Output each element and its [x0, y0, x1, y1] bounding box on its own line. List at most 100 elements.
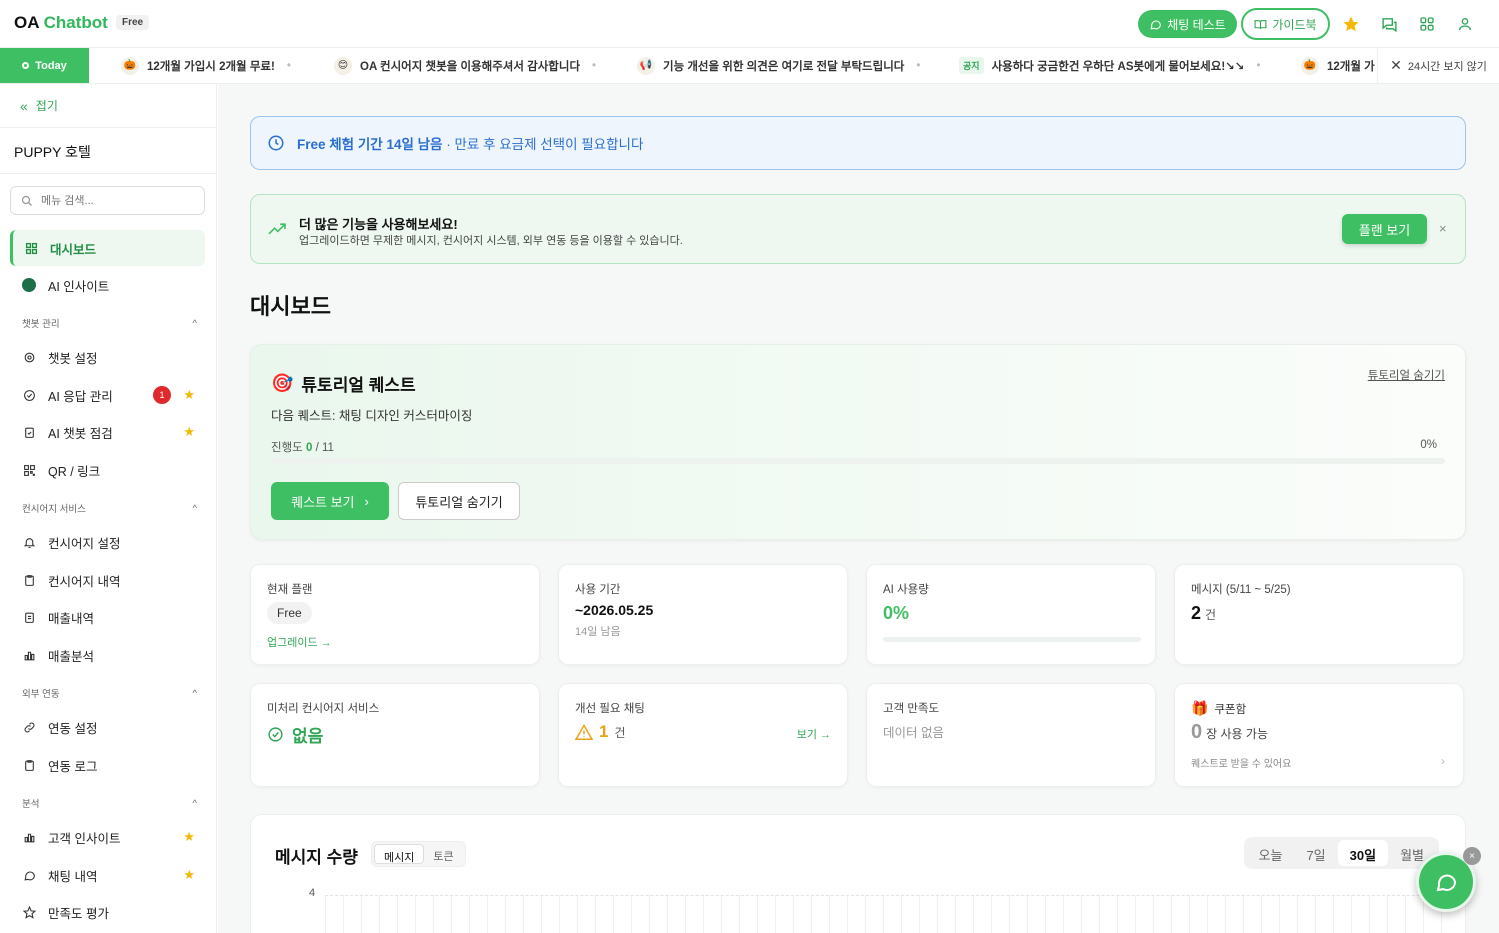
- coupon-count: 0장 사용 가능: [1191, 721, 1268, 743]
- clock-icon: [268, 135, 284, 151]
- ai-usage-value: 0%: [883, 603, 910, 623]
- sidebar-item-ai-check[interactable]: AI 챗봇 점검 ★: [10, 414, 205, 450]
- plan-badge: Free: [116, 15, 150, 30]
- sidebar-item-dashboard[interactable]: 대시보드: [10, 230, 205, 266]
- sidebar-item-satisfaction[interactable]: 만족도 평가: [10, 894, 205, 930]
- metric-tabs: 메시지 토큰: [371, 841, 466, 867]
- announcement-bar: Today 🎃 12개월 가입시 2개월 무료! • 😊 OA 컨시어지 챗봇을 이용…: [0, 48, 1499, 84]
- chat-test-button[interactable]: 채팅 테스트: [1138, 10, 1237, 38]
- star-outline-icon: [22, 905, 36, 919]
- sidebar-item-concierge-settings[interactable]: 컨시어지 설정: [10, 524, 205, 560]
- chart-grid: [325, 895, 1445, 933]
- tab-7days[interactable]: 7일: [1294, 840, 1337, 866]
- sidebar-item-sales-history[interactable]: 매출내역: [10, 599, 205, 635]
- check-circle-icon: [268, 727, 283, 742]
- section-concierge[interactable]: 컨시어지 서비스 ^: [22, 501, 197, 516]
- upgrade-link[interactable]: 업그레이드 →: [267, 634, 332, 650]
- hide-24h-button[interactable]: ✕ 24시간 보지 않기: [1377, 48, 1499, 83]
- upgrade-title: 더 많은 기능을 사용해보세요!: [299, 217, 458, 232]
- dot-icon: [22, 62, 30, 69]
- hide-tutorial-button[interactable]: 튜토리얼 숨기기: [398, 482, 520, 520]
- sidebar-item-chat-history[interactable]: 채팅 내역 ★: [10, 857, 205, 893]
- clipboard-check-icon: [22, 425, 36, 439]
- menu-search: [10, 186, 205, 215]
- tab-messages[interactable]: 메시지: [374, 844, 425, 864]
- smile-icon: 😊: [334, 56, 352, 75]
- view-plans-button[interactable]: 플랜 보기: [1342, 214, 1427, 244]
- check-circle-icon: [22, 388, 36, 402]
- close-icon[interactable]: ×: [1439, 221, 1447, 236]
- hide-tutorial-link[interactable]: 튜토리얼 숨기기: [1368, 367, 1445, 383]
- sidebar-item-sales-analysis[interactable]: 매출분석: [10, 637, 205, 673]
- sidebar-item-concierge-history[interactable]: 컨시어지 내역: [10, 562, 205, 598]
- receipt-icon: [22, 610, 36, 624]
- section-chatbot[interactable]: 챗봇 관리 ^: [22, 316, 197, 331]
- tab-tokens[interactable]: 토큰: [424, 844, 462, 864]
- grid-icon: [24, 241, 38, 255]
- double-chevron-left-icon: «: [20, 97, 28, 114]
- messages-value: 2건: [1191, 603, 1217, 623]
- menu-search-input[interactable]: [41, 194, 181, 207]
- tab-30days[interactable]: 30일: [1337, 840, 1389, 866]
- quest-progress-label: 진행도 0 / 11: [271, 442, 334, 454]
- app-logo[interactable]: OA Chatbot: [14, 13, 108, 33]
- target-icon: 🎯: [271, 373, 294, 393]
- guidebook-button[interactable]: 가이드북: [1241, 8, 1330, 40]
- user-icon[interactable]: [1455, 14, 1475, 34]
- plan-value: Free: [267, 602, 312, 624]
- chevron-right-icon: ›: [1441, 754, 1445, 768]
- card-coupons[interactable]: 🎁 쿠폰함 0장 사용 가능 퀘스트로 받을 수 있어요 ›: [1174, 683, 1464, 787]
- satisfaction-value: 데이터 없음: [883, 726, 944, 740]
- sidebar-item-chatbot-settings[interactable]: 챗봇 설정: [10, 339, 205, 375]
- card-ai-usage: AI 사용량 0%: [866, 564, 1156, 665]
- clipboard-icon: [22, 573, 36, 587]
- section-analysis[interactable]: 분석 ^: [22, 796, 197, 811]
- page-title: 대시보드: [250, 294, 331, 319]
- ticker-item[interactable]: 🎃 12개월 가입시 2개월 무료! •: [121, 48, 291, 83]
- chevron-up-icon: ^: [192, 797, 197, 809]
- messages-icon[interactable]: [1379, 14, 1399, 34]
- sidebar-item-integration-settings[interactable]: 연동 설정: [10, 709, 205, 745]
- quest-progress-bar: [271, 458, 1445, 464]
- ticker-item[interactable]: 🎃 12개월 가: [1301, 48, 1375, 83]
- chevron-right-icon: ›: [364, 493, 369, 509]
- card-messages: 메시지 (5/11 ~ 5/25) 2건: [1174, 564, 1464, 665]
- sidebar-item-ai-insight[interactable]: AI 인사이트: [10, 267, 205, 303]
- sidebar-item-integration-log[interactable]: 연동 로그: [10, 747, 205, 783]
- star-icon: ★: [183, 424, 195, 439]
- ticker-item[interactable]: 공지 사용하다 궁금한건 우하단 AS봇에게 물어보세요!↘↘ •: [959, 48, 1260, 83]
- ticker-item[interactable]: 📢 기능 개선을 위한 의견은 여기로 전달 부탁드립니다 •: [637, 48, 920, 83]
- ticker-item[interactable]: 😊 OA 컨시어지 챗봇을 이용해주셔서 감사합니다 •: [334, 48, 596, 83]
- star-icon[interactable]: [1341, 14, 1361, 34]
- chevron-up-icon: ^: [192, 687, 197, 699]
- upgrade-subtitle: 업그레이드하면 무제한 메시지, 컨시어지 시스템, 외부 연동 등을 이용할 …: [299, 235, 683, 247]
- period-remaining: 14일 남음: [575, 626, 621, 638]
- view-quest-button[interactable]: 퀘스트 보기 ›: [271, 482, 389, 520]
- card-current-plan: 현재 플랜 Free 업그레이드 →: [250, 564, 540, 665]
- trending-up-icon: [268, 223, 286, 235]
- book-icon: [1254, 19, 1267, 29]
- chevron-up-icon: ^: [192, 317, 197, 329]
- sidebar-item-qr-link[interactable]: QR / 링크: [10, 452, 205, 488]
- card-satisfaction: 고객 만족도 데이터 없음: [866, 683, 1156, 787]
- notification-badge: 1: [153, 386, 171, 404]
- close-fab-icon[interactable]: ×: [1463, 847, 1481, 865]
- card-improve-chats: 개선 필요 채팅 1 건 보기 →: [558, 683, 848, 787]
- quest-title: 튜토리얼 퀘스트: [301, 376, 416, 395]
- megaphone-icon: 📢: [637, 56, 655, 75]
- card-unprocessed-concierge: 미처리 컨시어지 서비스 없음: [250, 683, 540, 787]
- sidebar-fold-button[interactable]: « 접기: [0, 84, 216, 128]
- sidebar-item-customer-insight[interactable]: 고객 인사이트 ★: [10, 819, 205, 855]
- pumpkin-icon: 🎃: [121, 56, 139, 75]
- apps-grid-icon[interactable]: [1417, 14, 1437, 34]
- today-label: Today: [0, 48, 89, 83]
- chat-bubble-icon: [1436, 874, 1457, 892]
- section-external[interactable]: 외부 연동 ^: [22, 686, 197, 701]
- card-usage-period: 사용 기간 ~2026.05.25 14일 남음: [558, 564, 848, 665]
- tab-today[interactable]: 오늘: [1247, 840, 1295, 866]
- message-volume-panel: 메시지 수량 메시지 토큰 오늘 7일 30일 월별 4: [250, 814, 1466, 933]
- close-icon: ✕: [1390, 57, 1402, 73]
- sidebar-item-ai-response[interactable]: AI 응답 관리 1 ★: [10, 377, 205, 413]
- view-link[interactable]: 보기 →: [797, 726, 831, 742]
- hotel-name: PUPPY 호텔: [14, 144, 91, 160]
